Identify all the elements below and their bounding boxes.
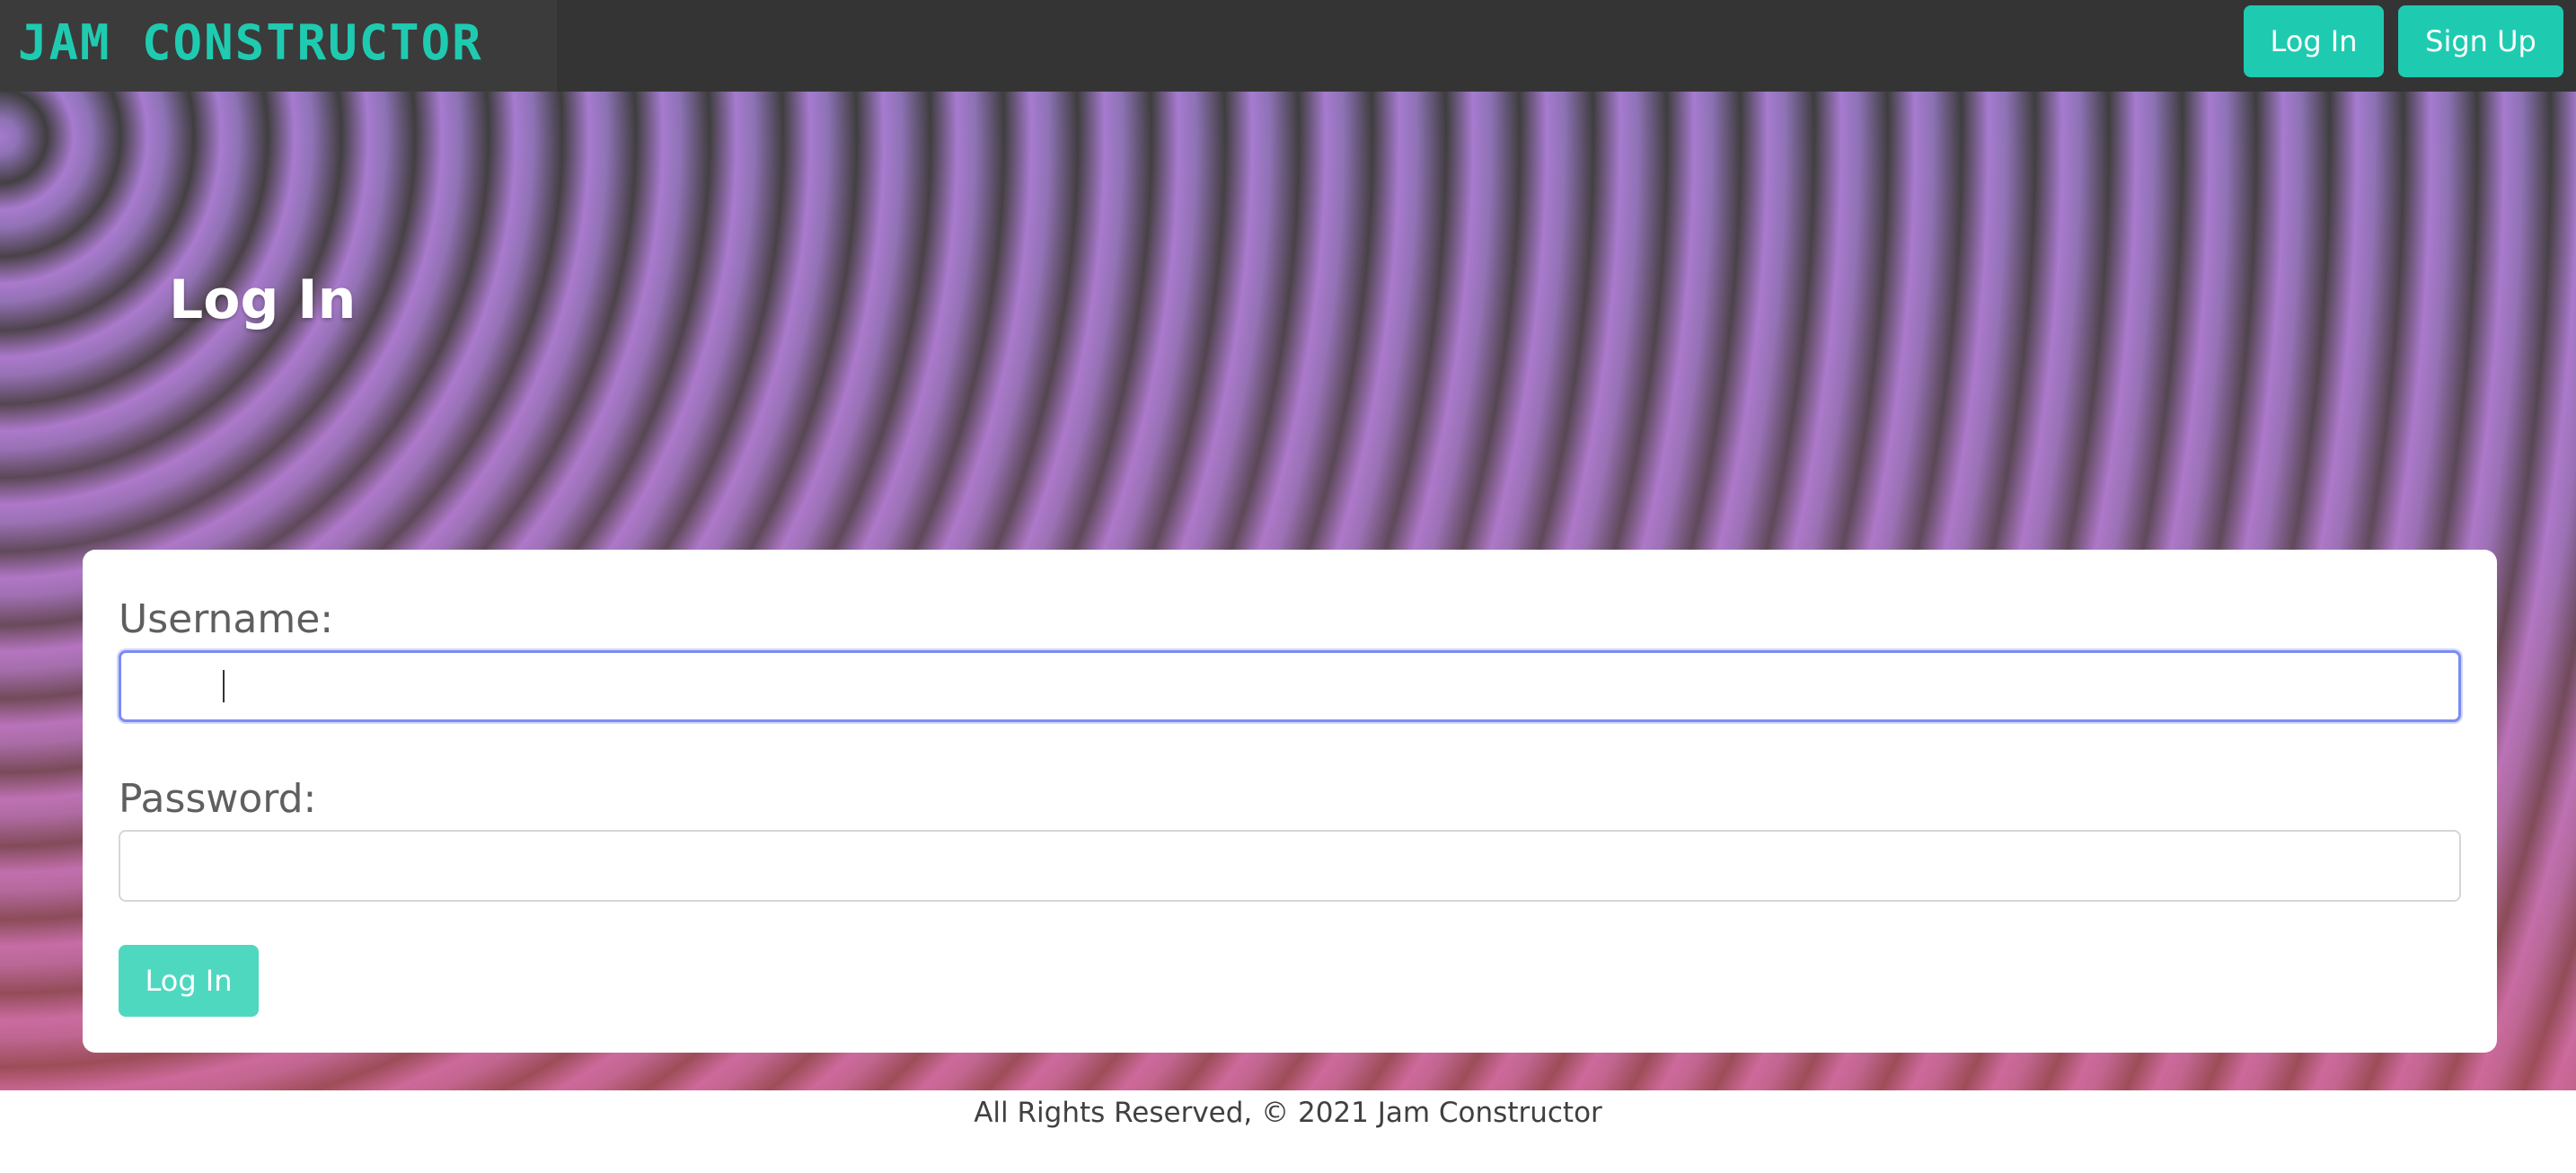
username-input[interactable]	[119, 650, 2461, 722]
username-label: Username:	[119, 596, 334, 642]
nav-signup-button[interactable]: Sign Up	[2398, 5, 2563, 77]
brand-logo[interactable]: JAM CONSTRUCTOR	[0, 0, 557, 92]
top-navbar: JAM CONSTRUCTOR Log In Sign Up	[0, 0, 2576, 92]
login-submit-button[interactable]: Log In	[119, 945, 259, 1017]
login-form-card: Username: Password: Log In	[83, 550, 2497, 1053]
footer-copyright: All Rights Reserved, © 2021 Jam Construc…	[974, 1097, 1602, 1129]
text-caret	[223, 670, 225, 702]
hero-background: Log In Username: Password: Log In	[0, 92, 2576, 1090]
page-footer: All Rights Reserved, © 2021 Jam Construc…	[0, 1090, 2576, 1173]
nav-login-button[interactable]: Log In	[2244, 5, 2384, 77]
password-input[interactable]	[119, 830, 2461, 902]
password-label: Password:	[119, 776, 317, 822]
page-title: Log In	[169, 269, 357, 331]
